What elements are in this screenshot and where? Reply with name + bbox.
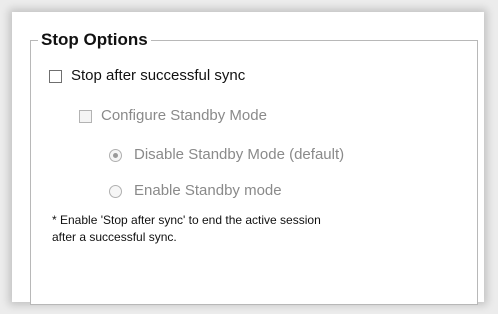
stop-after-sync-option[interactable]: Stop after successful sync: [49, 67, 245, 85]
disable-standby-label: Disable Standby Mode (default): [134, 146, 345, 163]
group-title: Stop Options: [38, 30, 151, 50]
configure-standby-option: Configure Standby Mode: [79, 107, 267, 125]
configure-standby-checkbox: [79, 109, 92, 123]
help-note-line-1: * Enable 'Stop after sync' to end the ac…: [52, 213, 321, 227]
enable-standby-label: Enable Standby mode: [134, 182, 282, 199]
disable-standby-option: Disable Standby Mode (default): [109, 146, 344, 164]
stop-after-sync-checkbox[interactable]: [49, 69, 62, 83]
enable-standby-option: Enable Standby mode: [109, 182, 282, 200]
disable-standby-radio: [109, 148, 122, 162]
dialog-panel: Stop Options Stop after successful sync …: [12, 12, 484, 305]
configure-standby-label: Configure Standby Mode: [101, 107, 267, 124]
help-note: * Enable 'Stop after sync' to end the ac…: [52, 212, 432, 246]
enable-standby-radio: [109, 184, 122, 198]
stop-after-sync-label[interactable]: Stop after successful sync: [71, 67, 245, 85]
help-note-line-2: after a successful sync.: [52, 230, 177, 244]
